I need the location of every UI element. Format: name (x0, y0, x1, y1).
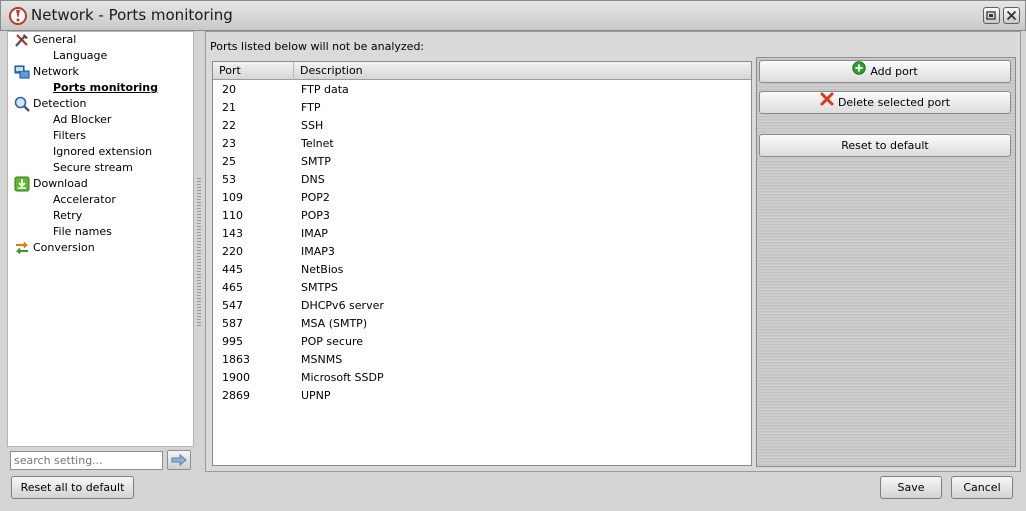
convert-icon (14, 240, 30, 256)
table-row[interactable]: 2869 UPNP (213, 387, 751, 405)
port-cell: 22 (222, 119, 236, 132)
description-cell: DNS (301, 173, 325, 186)
port-cell: 587 (222, 317, 243, 330)
arrow-right-icon (171, 453, 187, 467)
actions-panel (756, 57, 1016, 467)
add-icon (852, 60, 867, 82)
description-cell: POP secure (301, 335, 363, 348)
download-icon (14, 176, 30, 192)
table-row[interactable]: 110 POP3 (213, 207, 751, 225)
search-settings-input[interactable] (10, 451, 163, 470)
nav-item-ad-blocker[interactable]: Ad Blocker (53, 112, 111, 128)
table-row[interactable]: 220 IMAP3 (213, 243, 751, 261)
description-cell: Microsoft SSDP (301, 371, 384, 384)
table-row[interactable]: 995 POP secure (213, 333, 751, 351)
window-title: Network - Ports monitoring (31, 6, 233, 24)
port-cell: 1900 (222, 371, 250, 384)
description-cell: MSA (SMTP) (301, 317, 368, 330)
table-row[interactable]: 1863 MSNMS (213, 351, 751, 369)
nav-item-ports-monitoring[interactable]: Ports monitoring (53, 80, 158, 96)
ports-caption: Ports listed below will not be analyzed: (210, 40, 425, 53)
description-cell: DHCPv6 server (301, 299, 384, 312)
port-cell: 109 (222, 191, 243, 204)
reset-to-default-button[interactable]: Reset to default (759, 134, 1011, 157)
description-cell: NetBios (301, 263, 344, 276)
nav-item-secure-stream[interactable]: Secure stream (53, 160, 133, 176)
nav-item-filters[interactable]: Filters (53, 128, 86, 144)
port-cell: 2869 (222, 389, 250, 402)
description-cell: POP3 (301, 209, 330, 222)
nav-item-language[interactable]: Language (53, 48, 107, 64)
description-cell: IMAP3 (301, 245, 335, 258)
save-button[interactable]: Save (880, 476, 942, 499)
port-cell: 110 (222, 209, 243, 222)
reset-all-button[interactable]: Reset all to default (11, 476, 134, 499)
pane-splitter[interactable] (197, 178, 201, 328)
description-cell: SMTPS (301, 281, 338, 294)
table-row[interactable]: 23 Telnet (213, 135, 751, 153)
nav-item-ignored-extension[interactable]: Ignored extension (53, 144, 152, 160)
port-cell: 143 (222, 227, 243, 240)
table-row[interactable]: 21 FTP (213, 99, 751, 117)
description-cell: Telnet (301, 137, 334, 150)
table-row[interactable]: 547 DHCPv6 server (213, 297, 751, 315)
add-port-label: Add port (870, 65, 918, 78)
port-cell: 220 (222, 245, 243, 258)
description-cell: MSNMS (301, 353, 343, 366)
description-cell: IMAP (301, 227, 328, 240)
footer-bar: Reset all to default Save Cancel (0, 472, 1026, 511)
close-button[interactable] (1003, 7, 1020, 24)
table-row[interactable]: 25 SMTP (213, 153, 751, 171)
column-header-port[interactable]: Port (213, 62, 294, 80)
table-row[interactable]: 587 MSA (SMTP) (213, 315, 751, 333)
tools-icon (14, 32, 30, 48)
port-cell: 25 (222, 155, 236, 168)
network-icon (14, 64, 30, 80)
description-cell: SMTP (301, 155, 331, 168)
nav-item-accelerator[interactable]: Accelerator (53, 192, 116, 208)
app-logo-icon (9, 7, 27, 25)
table-row[interactable]: 22 SSH (213, 117, 751, 135)
port-cell: 23 (222, 137, 236, 150)
delete-icon (820, 92, 834, 113)
settings-tree: General Language Network Ports monitorin… (7, 31, 194, 447)
port-cell: 465 (222, 281, 243, 294)
delete-selected-port-button[interactable]: Delete selected port (759, 91, 1011, 114)
cancel-button[interactable]: Cancel (951, 476, 1013, 499)
restore-button[interactable] (983, 7, 1000, 24)
nav-item-file-names[interactable]: File names (53, 224, 112, 240)
port-cell: 547 (222, 299, 243, 312)
port-cell: 1863 (222, 353, 250, 366)
port-cell: 995 (222, 335, 243, 348)
table-row[interactable]: 465 SMTPS (213, 279, 751, 297)
port-cell: 53 (222, 173, 236, 186)
description-cell: SSH (301, 119, 324, 132)
table-header: Port Description (213, 62, 751, 80)
column-header-description[interactable]: Description (294, 62, 751, 80)
port-cell: 20 (222, 83, 236, 96)
search-go-button[interactable] (167, 450, 191, 470)
table-row[interactable]: 20 FTP data (213, 81, 751, 99)
delete-port-label: Delete selected port (837, 96, 951, 109)
table-row[interactable]: 109 POP2 (213, 189, 751, 207)
table-row[interactable]: 53 DNS (213, 171, 751, 189)
title-bar: Network - Ports monitoring (0, 0, 1026, 31)
description-cell: UPNP (301, 389, 331, 402)
table-row[interactable]: 143 IMAP (213, 225, 751, 243)
description-cell: FTP (301, 101, 321, 114)
ports-table[interactable]: Port Description 20 FTP data 21 FTP 22 SSH 23 T… (212, 61, 752, 466)
description-cell: FTP data (301, 83, 349, 96)
table-row[interactable]: 1900 Microsoft SSDP (213, 369, 751, 387)
port-cell: 445 (222, 263, 243, 276)
add-port-button[interactable]: Add port (759, 60, 1011, 83)
table-row[interactable]: 445 NetBios (213, 261, 751, 279)
magnifier-icon (14, 96, 30, 112)
port-cell: 21 (222, 101, 236, 114)
nav-item-retry[interactable]: Retry (53, 208, 82, 224)
description-cell: POP2 (301, 191, 330, 204)
